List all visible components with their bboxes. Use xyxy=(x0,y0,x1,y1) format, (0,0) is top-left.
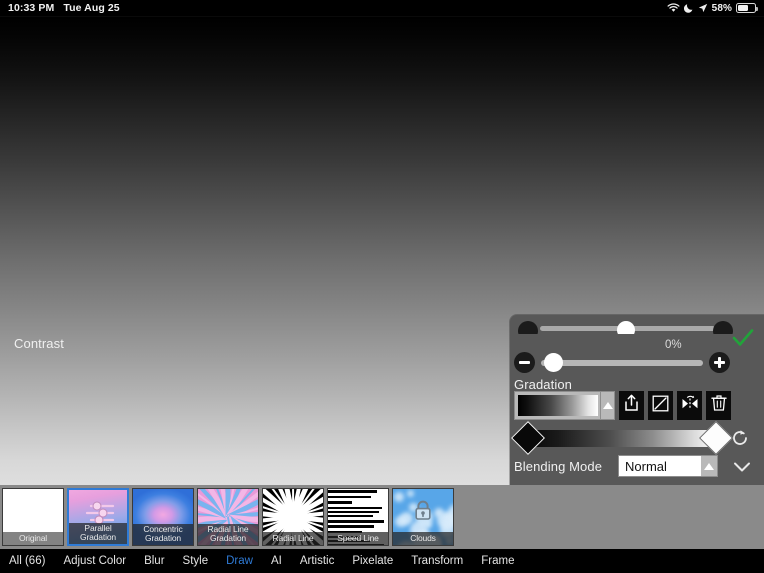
filter-label: Clouds xyxy=(393,532,453,545)
contrast-increase-button[interactable] xyxy=(709,352,730,373)
battery-percent-label: 58% xyxy=(712,3,732,14)
filter-label-line2: Gradation xyxy=(198,534,258,544)
gradation-delete-button[interactable] xyxy=(706,391,731,420)
gradient-stop-start[interactable] xyxy=(511,421,545,455)
filter-label: Concentric Gradation xyxy=(133,524,193,546)
filter-thumb-parallel-gradation[interactable]: Parallel Gradation xyxy=(67,488,129,546)
status-time: 10:33 PM xyxy=(8,2,54,14)
contrast-slider[interactable] xyxy=(514,352,730,373)
apply-button[interactable] xyxy=(731,327,755,349)
tab-artistic[interactable]: Artistic xyxy=(291,555,344,567)
contrast-decrease-button[interactable] xyxy=(514,352,535,373)
gradient-bar[interactable] xyxy=(532,430,717,447)
contrast-label: Contrast xyxy=(14,336,64,351)
filter-thumb-clouds[interactable]: Clouds xyxy=(392,488,454,546)
gradient-stop-end[interactable] xyxy=(699,421,733,455)
do-not-disturb-moon-icon xyxy=(684,3,694,13)
triangle-up-icon xyxy=(704,463,714,470)
filter-strip[interactable]: Original Parallel Gradation Concentric G… xyxy=(0,485,764,549)
filter-thumb-radial-line[interactable]: Radial Line xyxy=(262,488,324,546)
location-arrow-icon xyxy=(698,3,708,13)
linear-curve-icon xyxy=(652,395,669,417)
wifi-icon xyxy=(667,3,680,13)
contrast-track[interactable] xyxy=(541,360,703,366)
gradation-export-button[interactable] xyxy=(619,391,644,420)
blending-mode-label: Blending Mode xyxy=(514,459,602,474)
filter-thumb-radial-line-gradation[interactable]: Radial Line Gradation xyxy=(197,488,259,546)
filter-label-line2: Gradation xyxy=(133,534,193,544)
blending-mode-stepper-button[interactable] xyxy=(701,456,717,476)
gradient-preset-swatch[interactable] xyxy=(514,391,600,420)
gradation-preset-row xyxy=(514,391,731,420)
previous-slider-knob[interactable] xyxy=(617,321,635,334)
tab-blur[interactable]: Blur xyxy=(135,555,173,567)
gradation-linear-curve-button[interactable] xyxy=(648,391,673,420)
filter-thumb-concentric-gradation[interactable]: Concentric Gradation xyxy=(132,488,194,546)
share-export-icon xyxy=(623,394,640,417)
gradation-mirror-button[interactable] xyxy=(677,391,702,420)
gradient-preset-stepper-button[interactable] xyxy=(600,391,615,420)
tab-all[interactable]: All (66) xyxy=(0,555,54,567)
status-bar: 10:33 PM Tue Aug 25 58% xyxy=(0,0,764,16)
contrast-knob[interactable] xyxy=(544,353,563,372)
contrast-value: 0% xyxy=(665,339,682,351)
trash-delete-icon xyxy=(711,394,727,417)
filter-label: Parallel Gradation xyxy=(69,523,127,545)
tab-frame[interactable]: Frame xyxy=(472,555,523,567)
gradient-reset-button[interactable] xyxy=(730,428,750,448)
tab-transform[interactable]: Transform xyxy=(402,555,472,567)
filter-label: Original xyxy=(3,532,63,545)
gradient-stop-editor[interactable] xyxy=(514,425,764,451)
previous-slider-row-partial[interactable] xyxy=(518,317,733,334)
blending-mode-value: Normal xyxy=(619,456,701,476)
filter-label-line2: Gradation xyxy=(69,533,127,543)
filter-label: Speed Line xyxy=(328,532,388,545)
status-date: Tue Aug 25 xyxy=(63,2,119,14)
battery-icon xyxy=(736,3,756,13)
category-tab-bar[interactable]: All (66) Adjust Color Blur Style Draw AI… xyxy=(0,549,764,573)
blending-mode-select[interactable]: Normal xyxy=(618,455,718,477)
tab-pixelate[interactable]: Pixelate xyxy=(343,555,402,567)
gradation-label: Gradation xyxy=(514,377,572,392)
mirror-flip-icon xyxy=(681,395,699,417)
tab-draw[interactable]: Draw xyxy=(217,555,262,567)
tab-adjust-color[interactable]: Adjust Color xyxy=(54,555,135,567)
status-bar-left: 10:33 PM Tue Aug 25 xyxy=(8,2,120,14)
chevron-down-icon xyxy=(731,457,753,477)
triangle-up-icon xyxy=(603,402,613,409)
status-bar-right: 58% xyxy=(667,3,756,14)
filter-thumb-original[interactable]: Original xyxy=(2,488,64,546)
filter-label: Radial Line Gradation xyxy=(198,524,258,546)
lock-icon xyxy=(413,499,433,527)
tab-ai[interactable]: AI xyxy=(262,555,291,567)
checkmark-icon xyxy=(731,327,755,349)
filter-thumb-speed-line[interactable]: Speed Line xyxy=(327,488,389,546)
tab-style[interactable]: Style xyxy=(174,555,218,567)
filter-label: Radial Line xyxy=(263,532,323,545)
reset-refresh-icon xyxy=(730,428,750,448)
panel-collapse-button[interactable] xyxy=(731,457,753,477)
